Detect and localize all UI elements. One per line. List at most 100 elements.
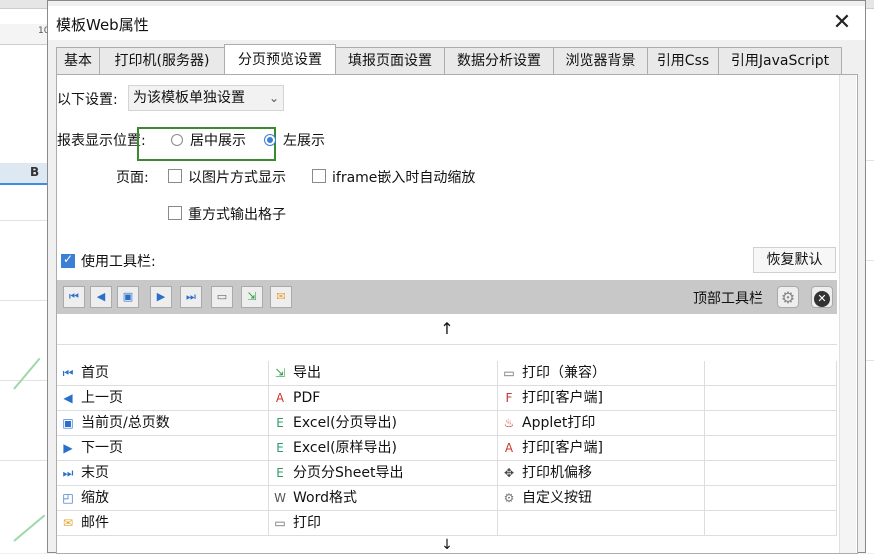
last-page-icon[interactable]: ⏭ <box>180 286 202 308</box>
toolbar-item[interactable]: ▭ 打印（兼容） <box>498 361 705 386</box>
tab-basic[interactable]: 基本 <box>56 47 100 74</box>
background-ruler: 10 <box>0 24 52 45</box>
iframe-zoom-checkbox[interactable] <box>312 169 326 183</box>
toolbar-item-label: 打印 <box>293 515 321 531</box>
tab-printer-server[interactable]: 打印机(服务器) <box>99 47 225 74</box>
toolbar-item <box>705 361 837 386</box>
toolbar-item <box>705 436 837 461</box>
toolbar-item-label: 导出 <box>293 365 321 381</box>
tab-css[interactable]: 引用Css <box>647 47 719 74</box>
column-header[interactable]: B <box>0 163 52 185</box>
prev-page-icon[interactable]: ◀ <box>90 286 112 308</box>
move-up-icon[interactable]: ↑ <box>57 314 837 345</box>
toolbar-item[interactable]: ▶ 下一页 <box>57 436 269 461</box>
toolbar-item[interactable]: ⚙ 自定义按钮 <box>498 486 705 511</box>
toolbar-item[interactable]: ⏮ 首页 <box>57 361 269 386</box>
grid-line <box>0 380 52 381</box>
current-total-icon: ▣ <box>62 416 74 430</box>
printer-icon[interactable]: ▭ <box>211 286 233 308</box>
tab-page-preview[interactable]: 分页预览设置 <box>224 44 336 75</box>
toolbar-item-label: 分页分Sheet导出 <box>293 465 404 481</box>
toolbar-item-label: PDF <box>293 390 321 406</box>
printer-icon: ▭ <box>274 516 286 530</box>
toolbar-item-label: 末页 <box>81 465 109 481</box>
toolbar-item-label: 当前页/总页数 <box>81 415 170 431</box>
grid-line <box>0 300 52 301</box>
empty-icon <box>502 516 516 530</box>
toolbar-preview: ⏮ ◀ ▣ ▶ ⏭ ▭ ⇲ ✉ 顶部工具栏 ⚙ ✕ <box>57 280 837 314</box>
gear-icon[interactable]: ⚙ <box>777 286 799 308</box>
toolbar-item[interactable]: ▭ 打印 <box>269 511 498 536</box>
tab-fill-page[interactable]: 填报页面设置 <box>335 47 445 74</box>
use-toolbar-label[interactable]: 使用工具栏: <box>81 251 156 271</box>
toolbar-item-label: 首页 <box>81 365 109 381</box>
position-label: 报表显示位置: <box>57 133 146 149</box>
radio-center-label[interactable]: 居中展示 <box>190 130 246 150</box>
toolbar-item[interactable]: ✉ 邮件 <box>57 511 269 536</box>
applet-icon: ♨ <box>503 416 515 430</box>
toolbar-item <box>705 461 837 486</box>
toolbar-item-label: Applet打印 <box>522 415 596 431</box>
toolbar-item-label: 打印[客户端] <box>522 440 603 456</box>
radio-left-label[interactable]: 左展示 <box>283 130 325 150</box>
gear-icon: ⚙ <box>503 491 515 505</box>
toolbar-item-label: Excel(原样导出) <box>293 440 398 456</box>
radio-left[interactable] <box>264 134 276 146</box>
toolbar-item[interactable]: ✥ 打印机偏移 <box>498 461 705 486</box>
toolbar-item[interactable]: ⏭ 末页 <box>57 461 269 486</box>
chevron-down-icon: ⌄ <box>268 91 279 105</box>
first-page-icon[interactable]: ⏮ <box>63 286 85 308</box>
vertical-scrollbar[interactable] <box>839 75 856 553</box>
scope-label: 以下设置: <box>57 92 118 108</box>
toolbar-item <box>705 386 837 411</box>
export-icon[interactable]: ⇲ <box>241 286 263 308</box>
toolbar-item[interactable]: A PDF <box>269 386 498 411</box>
current-total-icon[interactable]: ▣ <box>117 286 139 308</box>
toolbar-item[interactable]: ⇲ 导出 <box>269 361 498 386</box>
toolbar-item <box>705 511 837 536</box>
toolbar-item[interactable]: ◰ 缩放 <box>57 486 269 511</box>
toolbar-item-label: 打印（兼容） <box>522 365 606 381</box>
radio-center[interactable] <box>171 134 183 146</box>
heavy-output-checkbox[interactable] <box>168 206 182 220</box>
page-preview-panel: 以下设置: 为该模板单独设置 ⌄ 报表显示位置: 居中展示 左展示 页面: 以图… <box>56 74 858 554</box>
tab-browser-background[interactable]: 浏览器背景 <box>553 47 648 74</box>
word-icon: W <box>274 491 286 505</box>
toolbar-item[interactable]: E Excel(分页导出) <box>269 411 498 436</box>
zoom-icon: ◰ <box>62 491 74 505</box>
title-bar[interactable]: 模板Web属性 ✕ <box>48 6 865 40</box>
toolbar-item[interactable]: ◀ 上一页 <box>57 386 269 411</box>
excel-icon: E <box>276 441 284 455</box>
toolbar-item-label: 上一页 <box>81 390 123 406</box>
mail-icon[interactable]: ✉ <box>270 286 292 308</box>
tab-data-analysis[interactable]: 数据分析设置 <box>444 47 554 74</box>
toolbar-item[interactable]: F 打印[客户端] <box>498 386 705 411</box>
use-toolbar-checkbox[interactable] <box>61 252 75 268</box>
image-mode-checkbox[interactable] <box>168 169 182 183</box>
toolbar-item <box>498 511 705 536</box>
toolbar-item-label: 邮件 <box>81 515 109 531</box>
toolbar-item[interactable]: ♨ Applet打印 <box>498 411 705 436</box>
flash-print-icon: F <box>505 391 513 405</box>
restore-default-button[interactable]: 恢复默认 <box>753 247 836 273</box>
toolbar-item[interactable]: E Excel(原样导出) <box>269 436 498 461</box>
close-circle-icon[interactable]: ✕ <box>811 286 833 308</box>
image-mode-label[interactable]: 以图片方式显示 <box>188 167 286 187</box>
toolbar-item-label: Word格式 <box>293 490 357 506</box>
toolbar-item-label: 打印机偏移 <box>522 465 592 481</box>
toolbar-item-label: 缩放 <box>81 490 109 506</box>
iframe-zoom-label[interactable]: iframe嵌入时自动缩放 <box>332 167 475 187</box>
toolbar-item[interactable]: ▣ 当前页/总页数 <box>57 411 269 436</box>
excel-icon: E <box>276 466 284 480</box>
tab-javascript[interactable]: 引用JavaScript <box>718 47 842 74</box>
toolbar-item[interactable]: A 打印[客户端] <box>498 436 705 461</box>
toolbar-item <box>705 486 837 511</box>
toolbar-item[interactable]: E 分页分Sheet导出 <box>269 461 498 486</box>
heavy-output-label[interactable]: 重方式输出格子 <box>188 204 286 224</box>
scope-select[interactable]: 为该模板单独设置 ⌄ <box>128 85 284 111</box>
next-page-icon[interactable]: ▶ <box>150 286 172 308</box>
close-icon[interactable]: ✕ <box>829 10 855 36</box>
excel-icon: E <box>276 416 284 430</box>
toolbar-item[interactable]: W Word格式 <box>269 486 498 511</box>
move-down-icon[interactable]: ↓ <box>57 537 837 553</box>
